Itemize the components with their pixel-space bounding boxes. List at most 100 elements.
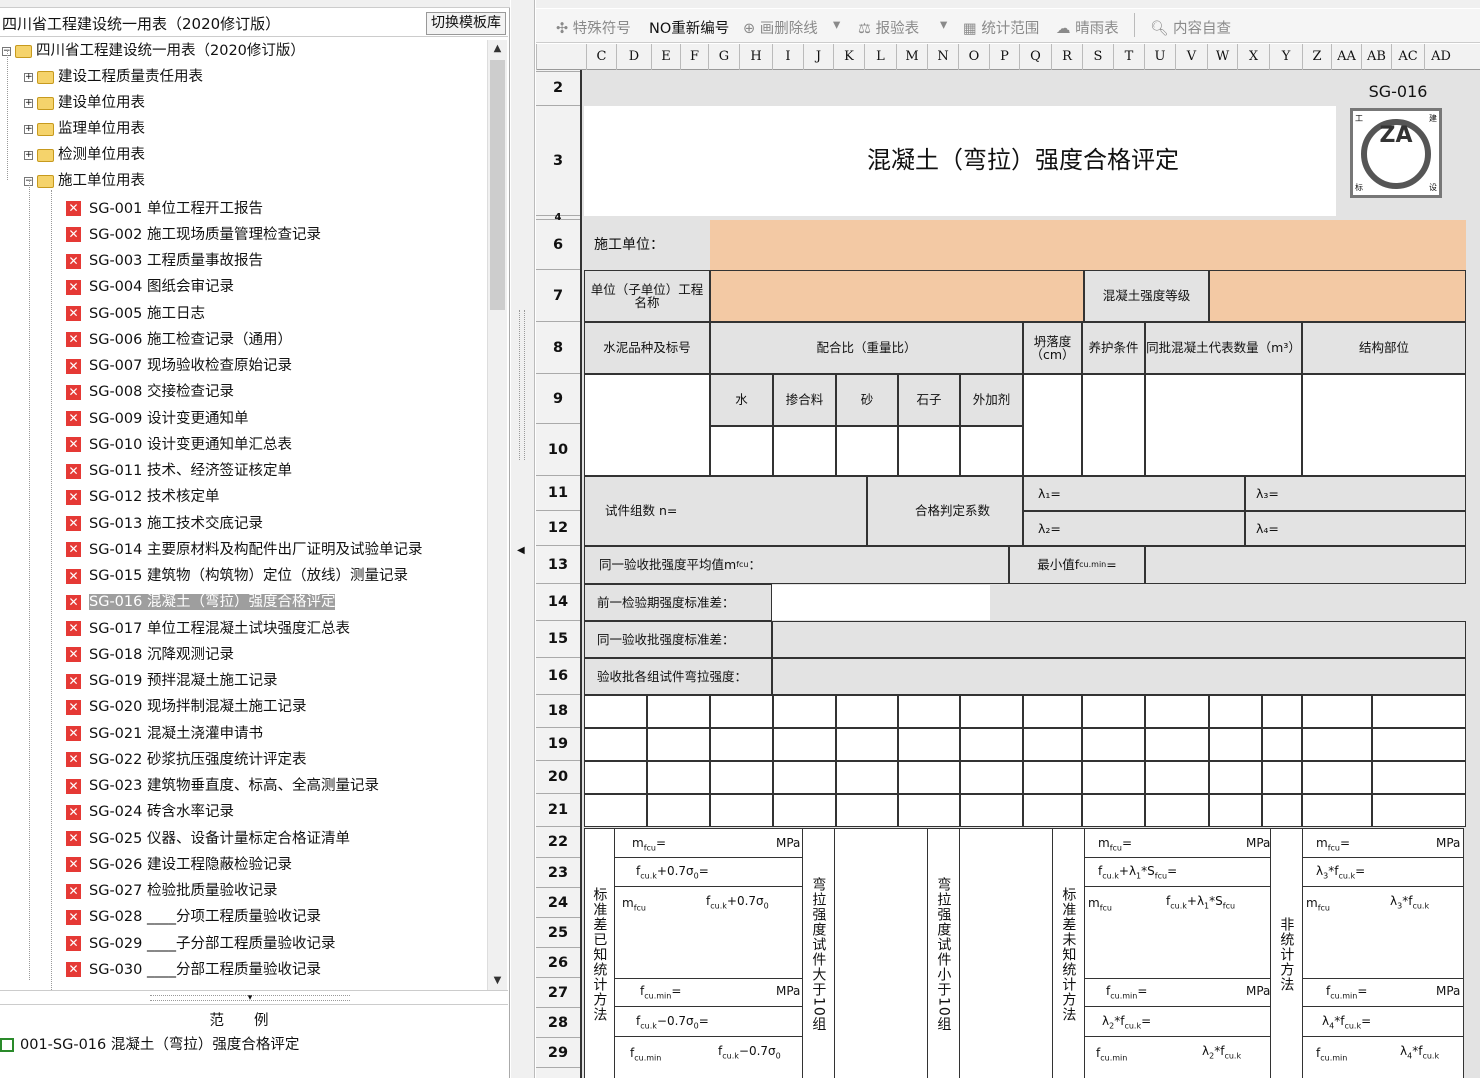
- tree-folder[interactable]: + 建设工程质量责任用表: [24, 66, 203, 88]
- strength-cell[interactable]: [898, 695, 960, 728]
- grade-field[interactable]: [1209, 270, 1466, 322]
- tree-item[interactable]: ✕ SG-010 设计变更通知单汇总表: [66, 434, 292, 456]
- collapse-arrow-icon[interactable]: ◀: [517, 545, 525, 556]
- strength-cell[interactable]: [1209, 695, 1262, 728]
- strength-cell[interactable]: [1023, 728, 1082, 761]
- strength-cell[interactable]: [1023, 761, 1082, 794]
- weather-button[interactable]: ☁ 晴雨表: [1056, 17, 1119, 38]
- tree-item[interactable]: ✕ SG-007 现场验收检查原始记录: [66, 355, 292, 377]
- column-header-cell[interactable]: I: [772, 44, 803, 70]
- tree-item[interactable]: ✕ SG-005 施工日志: [66, 303, 205, 325]
- row-header-cell[interactable]: 23: [536, 858, 580, 888]
- stone-field[interactable]: [898, 426, 960, 476]
- strength-cell[interactable]: [1023, 695, 1082, 728]
- expand-icon[interactable]: +: [24, 98, 33, 108]
- column-header-cell[interactable]: AA: [1331, 44, 1361, 70]
- column-header-cell[interactable]: AC: [1391, 44, 1424, 70]
- strength-cell[interactable]: [710, 761, 773, 794]
- strength-cell[interactable]: [960, 794, 1023, 827]
- strength-cell[interactable]: [773, 695, 836, 728]
- strength-cell[interactable]: [1145, 695, 1209, 728]
- tree-item[interactable]: ✕ SG-020 现场拌制混凝土施工记录: [66, 696, 306, 718]
- tree-item[interactable]: ✕ SG-022 砂浆抗压强度统计评定表: [66, 749, 306, 771]
- column-header-cell[interactable]: S: [1082, 44, 1113, 70]
- strength-cell[interactable]: [1082, 794, 1145, 827]
- sand-field[interactable]: [836, 426, 898, 476]
- row-header-cell[interactable]: 28: [536, 1008, 580, 1038]
- strength-cell[interactable]: [836, 761, 898, 794]
- strength-cell[interactable]: [898, 794, 960, 827]
- tree-root[interactable]: − 四川省工程建设统一用表（2020修订版）: [2, 40, 305, 62]
- strength-cell[interactable]: [1145, 794, 1209, 827]
- strength-cell[interactable]: [1302, 794, 1372, 827]
- strength-cell[interactable]: [1145, 761, 1209, 794]
- strength-cell[interactable]: [773, 794, 836, 827]
- stat-range-button[interactable]: ▦ 统计范围: [963, 17, 1039, 38]
- column-header-cell[interactable]: W: [1207, 44, 1237, 70]
- tree-item[interactable]: ✕ SG-006 施工检查记录（通用）: [66, 329, 292, 351]
- tree-item[interactable]: ✕ SG-018 沉降观测记录: [66, 644, 234, 666]
- column-header-cell[interactable]: AB: [1361, 44, 1391, 70]
- expand-icon[interactable]: +: [24, 72, 33, 82]
- row-header-cell[interactable]: 2: [536, 70, 580, 106]
- tree-item[interactable]: ✕ SG-017 单位工程混凝土试块强度汇总表: [66, 618, 350, 640]
- row-header-cell[interactable]: 11: [536, 476, 580, 511]
- batch-qty-field[interactable]: [1145, 374, 1302, 476]
- cement-field[interactable]: [584, 374, 710, 476]
- column-header-cell[interactable]: X: [1237, 44, 1269, 70]
- row-header-cell[interactable]: 8: [536, 322, 580, 374]
- strength-cell[interactable]: [773, 761, 836, 794]
- tree-item[interactable]: ✕ SG-002 施工现场质量管理检查记录: [66, 224, 321, 246]
- column-header-cell[interactable]: T: [1113, 44, 1144, 70]
- strength-cell[interactable]: [836, 794, 898, 827]
- strength-cell[interactable]: [898, 761, 960, 794]
- tree-folder[interactable]: + 检测单位用表: [24, 144, 145, 166]
- strength-cell[interactable]: [960, 761, 1023, 794]
- strength-cell[interactable]: [960, 695, 1023, 728]
- row-header-cell[interactable]: 21: [536, 794, 580, 827]
- strength-cell[interactable]: [1262, 695, 1302, 728]
- tree-item[interactable]: ✕ SG-025 仪器、设备计量标定合格证清单: [66, 828, 350, 850]
- strike-button[interactable]: ⊕ 画删除线: [743, 17, 818, 38]
- scroll-down-icon[interactable]: ▼: [488, 972, 507, 990]
- column-header-cell[interactable]: J: [803, 44, 833, 70]
- tree-item[interactable]: ✕ SG-030 ____分部工程质量验收记录: [66, 959, 321, 981]
- strength-cell[interactable]: [1302, 728, 1372, 761]
- strength-cell[interactable]: [584, 728, 647, 761]
- tree-item[interactable]: ✕ SG-001 单位工程开工报告: [66, 198, 263, 220]
- collapse-grip[interactable]: [519, 310, 525, 460]
- strength-cell[interactable]: [647, 695, 710, 728]
- tree-item[interactable]: ✕ SG-015 建筑物（构筑物）定位（放线）测量记录: [66, 565, 408, 587]
- tree-scrollbar[interactable]: ▲ ▼: [487, 40, 507, 990]
- row-header-cell[interactable]: 10: [536, 424, 580, 476]
- example-item[interactable]: 001-SG-016 混凝土（弯拉）强度合格评定: [0, 1033, 299, 1054]
- strength-cell[interactable]: [960, 728, 1023, 761]
- strength-cell[interactable]: [1372, 695, 1466, 728]
- tree-item[interactable]: ✕ SG-003 工程质量事故报告: [66, 250, 263, 272]
- expand-icon[interactable]: +: [24, 124, 33, 134]
- column-header-cell[interactable]: P: [989, 44, 1019, 70]
- row-header-cell[interactable]: 26: [536, 948, 580, 978]
- tree-item[interactable]: ✕ SG-028 ____分项工程质量验收记录: [66, 906, 321, 928]
- strength-cell[interactable]: [1262, 728, 1302, 761]
- tree-folder[interactable]: − 施工单位用表: [24, 170, 145, 192]
- tree-item[interactable]: ✕ SG-011 技术、经济签证核定单: [66, 460, 292, 482]
- water-field[interactable]: [710, 426, 773, 476]
- row-header-cell[interactable]: 7: [536, 270, 580, 322]
- row-header-cell[interactable]: 19: [536, 728, 580, 761]
- row-header-cell[interactable]: 22: [536, 827, 580, 858]
- renumber-button[interactable]: NO重新编号: [649, 17, 729, 38]
- check-form-button[interactable]: ⚖ 报验表: [858, 17, 919, 38]
- strength-cell[interactable]: [773, 728, 836, 761]
- column-header-cell[interactable]: L: [864, 44, 896, 70]
- slump-field[interactable]: [1023, 374, 1082, 476]
- special-symbol-button[interactable]: ✣ 特殊符号: [556, 17, 631, 38]
- column-header-cell[interactable]: Z: [1302, 44, 1331, 70]
- strength-cell[interactable]: [1372, 728, 1466, 761]
- tree-item[interactable]: ✕ SG-024 砖含水率记录: [66, 801, 234, 823]
- strength-cell[interactable]: [710, 794, 773, 827]
- additive-field[interactable]: [960, 426, 1023, 476]
- row-header-cell[interactable]: 20: [536, 761, 580, 794]
- strength-cell[interactable]: [836, 728, 898, 761]
- row-header-cell[interactable]: 15: [536, 621, 580, 658]
